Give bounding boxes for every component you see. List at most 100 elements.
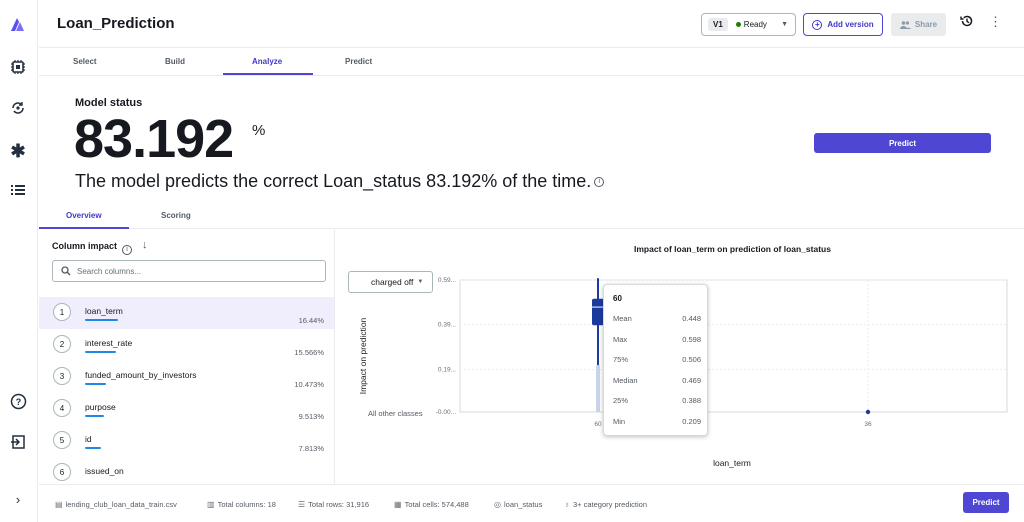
column-impact-row[interactable]: 2 interest_rate 15.566% — [39, 329, 334, 361]
help-icon[interactable]: ? — [9, 392, 27, 410]
impact-bar — [85, 447, 101, 449]
asterisk-icon[interactable]: ✱ — [9, 141, 27, 161]
column-name: funded_amount_by_investors — [85, 370, 197, 380]
total-rows-text: Total rows: 31,916 — [308, 500, 370, 509]
active-tab-indicator — [223, 73, 313, 75]
impact-percent: 9.513% — [298, 412, 324, 421]
column-impact-panel: Column impact i ↓ Search columns... 1 loa… — [39, 229, 335, 484]
column-impact-info-icon[interactable]: i — [122, 241, 132, 259]
tab-overview[interactable]: Overview — [66, 211, 102, 220]
lightbulb-icon: ♁ — [564, 500, 570, 509]
tooltip-row: Max 0.598 — [613, 335, 701, 344]
tooltip-value: 0.469 — [682, 375, 701, 385]
analysis-subtabs: Overview Scoring — [39, 205, 1024, 229]
add-version-label: Add version — [827, 20, 874, 29]
target-column-text: loan_status — [503, 500, 543, 509]
refresh-model-icon[interactable] — [9, 99, 27, 117]
plus-circle-icon: + — [812, 19, 823, 30]
tooltip-value: 0.598 — [682, 334, 701, 344]
y-tick-label: 0.19... — [438, 366, 456, 373]
rank-badge: 2 — [53, 335, 71, 353]
add-version-button[interactable]: + Add version — [803, 13, 883, 36]
y-tick-label: 0.59... — [438, 277, 456, 284]
list-icon[interactable] — [9, 181, 27, 199]
total-rows: ☰ Total rows: 31,916 — [298, 500, 369, 509]
accuracy-description-text: The model predicts the correct Loan_stat… — [75, 171, 592, 191]
model-type: ♁ 3+ category prediction — [564, 500, 647, 509]
share-button[interactable]: Share — [891, 13, 946, 36]
column-name: interest_rate — [85, 338, 133, 348]
tab-build[interactable]: Build — [165, 57, 185, 66]
ready-status-dot-icon — [735, 22, 741, 27]
y-tick-label: 0.39... — [438, 322, 456, 329]
sign-out-icon[interactable] — [9, 433, 27, 451]
sort-arrow-down-icon[interactable]: ↓ — [142, 239, 148, 251]
y-axis-label: Impact on prediction — [358, 317, 368, 394]
more-options-icon[interactable]: ⋮ — [989, 14, 1002, 30]
dataset-footer: ▤ lending_club_loan_data_train.csv ▥ Total… — [39, 484, 1024, 522]
tab-predict[interactable]: Predict — [345, 57, 372, 66]
tooltip-value: 0.448 — [682, 314, 701, 323]
column-impact-row[interactable]: 3 funded_amount_by_investors 10.473% — [39, 361, 334, 393]
expand-chevron-icon[interactable]: › — [9, 490, 27, 508]
impact-bar — [85, 383, 106, 385]
tab-scoring[interactable]: Scoring — [161, 211, 191, 220]
columns-icon: ▥ — [207, 500, 215, 509]
tooltip-row: 75% 0.506 — [613, 355, 701, 364]
tab-analyze[interactable]: Analyze — [252, 57, 282, 66]
tooltip-value: 0.209 — [682, 416, 701, 426]
version-status: Ready — [743, 20, 767, 29]
column-impact-title: Column impact — [52, 241, 118, 251]
column-impact-row[interactable]: 4 purpose 9.513% — [39, 393, 334, 425]
tooltip-label: Min — [613, 416, 626, 426]
chip-icon[interactable] — [9, 58, 27, 76]
y-tick-labels: 0.59... 0.39... 0.19... -0.00... — [436, 277, 456, 416]
impact-bar — [85, 351, 116, 353]
x-tick-label: 36 — [864, 421, 872, 428]
tooltip-label: Mean — [613, 314, 632, 323]
version-select[interactable]: V1 Ready ▼ — [701, 13, 796, 36]
total-cells-text: Total cells: 574,488 — [404, 500, 469, 509]
workflow-tabs: Select Build Analyze Predict — [39, 48, 1024, 76]
footer-predict-button[interactable]: Predict — [963, 492, 1009, 513]
impact-bar — [85, 319, 118, 321]
info-icon[interactable]: i — [594, 177, 605, 188]
plot-area — [459, 279, 1008, 413]
y-tick-label: -0.00... — [436, 409, 456, 416]
column-name: id — [85, 434, 92, 444]
column-name: issued_on — [85, 466, 124, 476]
impact-percent: 10.473% — [294, 380, 324, 389]
total-columns: ▥ Total columns: 18 — [207, 500, 276, 509]
tooltip-title: 60 — [613, 294, 622, 303]
x-axis-label: loan_term — [713, 458, 751, 468]
predict-button[interactable]: Predict — [814, 133, 991, 153]
history-icon[interactable] — [960, 14, 974, 31]
tooltip-row: Median 0.469 — [613, 376, 701, 385]
accuracy-value: 83.192 — [74, 109, 234, 169]
share-label: Share — [914, 20, 938, 29]
column-impact-row[interactable]: 1 loan_term 16.44% — [39, 297, 334, 329]
accuracy-description: The model predicts the correct Loan_stat… — [75, 171, 605, 192]
column-name: purpose — [85, 402, 116, 412]
x-tick-label: 60 — [594, 421, 602, 428]
impact-percent: 7.813% — [298, 444, 324, 453]
tooltip-row: Mean 0.448 — [613, 314, 701, 323]
tooltip-label: 25% — [613, 396, 629, 405]
tooltip-label: Median — [613, 375, 638, 385]
tooltip-label: Max — [613, 334, 628, 344]
tab-select[interactable]: Select — [73, 57, 97, 66]
canvas-logo-icon[interactable] — [9, 16, 26, 33]
rank-badge: 6 — [53, 463, 71, 481]
column-impact-row[interactable]: 6 issued_on — [39, 457, 334, 484]
target-column: ◎ loan_status — [494, 500, 542, 509]
column-name: loan_term — [85, 306, 123, 316]
impact-bar — [85, 415, 104, 417]
model-status-heading: Model status — [75, 97, 143, 109]
model-type-text: 3+ category prediction — [573, 500, 648, 509]
all-other-classes-label: All other classes — [368, 409, 423, 418]
search-columns-input[interactable]: Search columns... — [52, 260, 326, 282]
tooltip-row: Min 0.209 — [613, 417, 701, 426]
column-impact-row[interactable]: 5 id 7.813% — [39, 425, 334, 457]
dataset-file-name: lending_club_loan_data_train.csv — [65, 500, 177, 509]
rank-badge: 5 — [53, 431, 71, 449]
